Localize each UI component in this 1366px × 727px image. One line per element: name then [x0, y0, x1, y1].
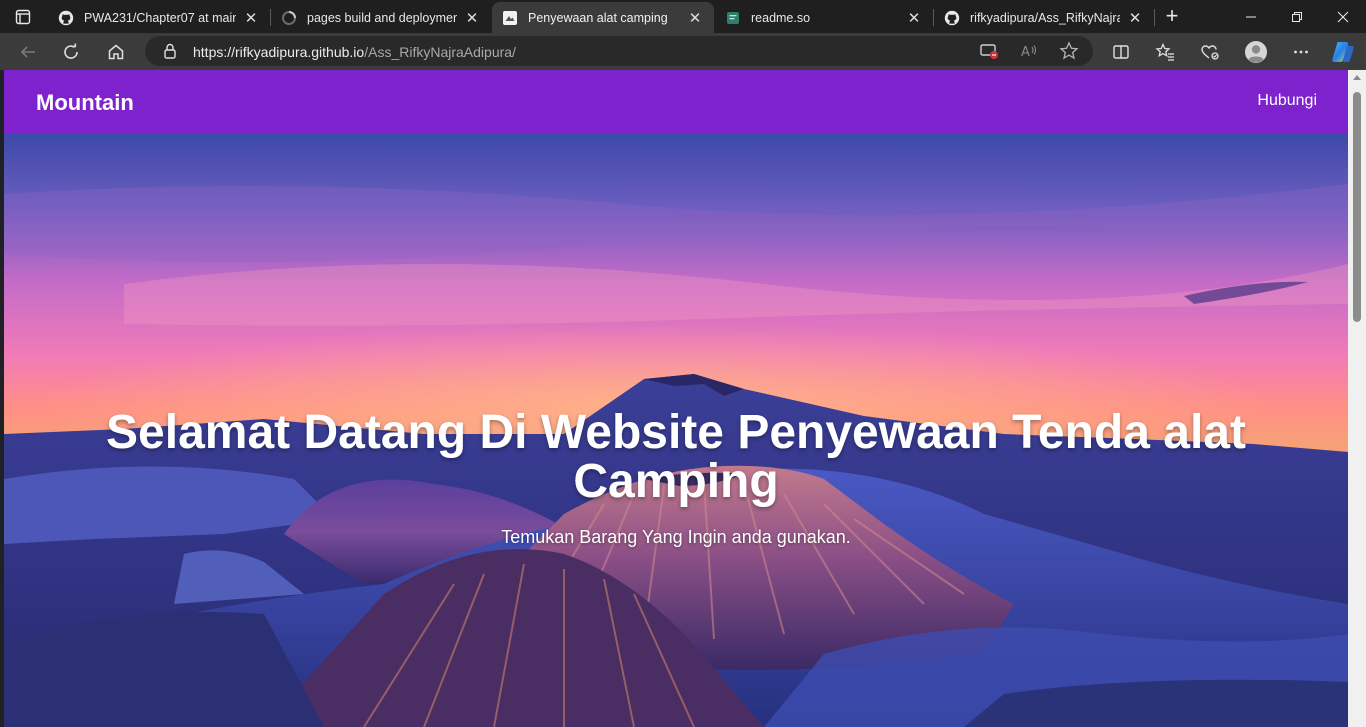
- readme-icon: [725, 10, 741, 26]
- close-tab-icon[interactable]: ✕: [686, 9, 704, 27]
- close-tab-icon[interactable]: ✕: [905, 9, 923, 27]
- profile-avatar-icon: [1245, 41, 1267, 63]
- new-tab-button[interactable]: +: [1160, 5, 1184, 28]
- media-blocked-icon[interactable]: [979, 42, 999, 65]
- restore-button[interactable]: [1274, 0, 1320, 33]
- github-icon: [944, 10, 960, 26]
- tab-actions-icon: [15, 9, 31, 25]
- page-scrollbar[interactable]: [1348, 70, 1366, 727]
- refresh-button[interactable]: [56, 37, 86, 67]
- url-text: https://rifkyadipura.github.io/Ass_Rifky…: [193, 44, 516, 60]
- more-icon: [1294, 50, 1308, 54]
- restore-icon: [1292, 11, 1302, 22]
- page-icon: [502, 10, 518, 26]
- home-icon: [108, 44, 124, 60]
- url-host: https://rifkyadipura.github.io: [193, 44, 365, 60]
- favorite-star-icon[interactable]: [1059, 41, 1079, 66]
- tab-divider: [1154, 9, 1155, 26]
- copilot-button[interactable]: [1328, 37, 1358, 67]
- page-viewport: Mountain Hubungi Selamat Datang Di Websi…: [4, 70, 1348, 727]
- tab-pages-build[interactable]: pages build and deployment ✕: [271, 2, 491, 33]
- svg-text:A: A: [1021, 45, 1030, 60]
- extensions-button[interactable]: [1195, 37, 1225, 67]
- tab-github-chapter07[interactable]: PWA231/Chapter07 at main · ✕: [48, 2, 270, 33]
- close-icon: [1337, 11, 1349, 22]
- hero-section: Selamat Datang Di Website Penyewaan Tend…: [4, 134, 1348, 727]
- refresh-icon: [64, 43, 78, 59]
- loading-icon: [281, 10, 297, 26]
- nav-link-hubungi[interactable]: Hubungi: [1257, 92, 1317, 110]
- more-button[interactable]: [1286, 37, 1316, 67]
- hero-title: Selamat Datang Di Website Penyewaan Tend…: [106, 406, 1246, 508]
- tab-github-repo[interactable]: rifkyadipura/Ass_RifkyNajraAc ✕: [934, 2, 1154, 33]
- lock-icon[interactable]: [163, 43, 177, 64]
- tab-title: readme.so: [751, 10, 811, 25]
- hero-subtitle: Temukan Barang Yang Ingin anda gunakan.: [501, 527, 851, 547]
- tab-title: PWA231/Chapter07 at main ·: [84, 10, 236, 25]
- split-screen-icon: [1113, 45, 1129, 59]
- tab-penyewaan-active[interactable]: Penyewaan alat camping ✕: [492, 2, 714, 33]
- brand-logo-link[interactable]: Mountain: [36, 90, 134, 116]
- back-button[interactable]: [13, 37, 43, 67]
- back-icon: [20, 46, 35, 58]
- close-window-button[interactable]: [1320, 0, 1366, 33]
- tab-title: Penyewaan alat camping: [528, 10, 668, 25]
- minimize-icon: [1246, 16, 1256, 17]
- tab-actions-button[interactable]: [8, 6, 38, 28]
- url-path: /Ass_RifkyNajraAdipura/: [364, 44, 516, 60]
- scroll-up-arrow-icon[interactable]: [1353, 75, 1361, 80]
- tab-title: pages build and deployment: [307, 10, 457, 25]
- site-navbar: Mountain Hubungi: [4, 70, 1348, 134]
- tab-readme[interactable]: readme.so ✕: [715, 2, 933, 33]
- extensions-icon: [1201, 45, 1219, 60]
- browser-tab-strip: PWA231/Chapter07 at main · ✕ pages build…: [0, 0, 1366, 33]
- profile-button[interactable]: [1241, 37, 1271, 67]
- github-icon: [58, 10, 74, 26]
- read-aloud-icon[interactable]: A: [1019, 42, 1039, 65]
- address-bar[interactable]: https://rifkyadipura.github.io/Ass_Rifky…: [145, 36, 1093, 66]
- split-screen-button[interactable]: [1106, 37, 1136, 67]
- close-tab-icon[interactable]: ✕: [1126, 9, 1144, 27]
- tab-title: rifkyadipura/Ass_RifkyNajraAc: [970, 10, 1120, 25]
- home-button[interactable]: [101, 37, 131, 67]
- copilot-icon: [1332, 42, 1354, 62]
- browser-toolbar: https://rifkyadipura.github.io/Ass_Rifky…: [0, 33, 1366, 70]
- close-tab-icon[interactable]: ✕: [242, 9, 260, 27]
- favorites-button[interactable]: [1150, 37, 1180, 67]
- minimize-button[interactable]: [1228, 0, 1274, 33]
- favorites-icon: [1155, 43, 1174, 61]
- scroll-thumb[interactable]: [1353, 92, 1361, 322]
- close-tab-icon[interactable]: ✕: [463, 9, 481, 27]
